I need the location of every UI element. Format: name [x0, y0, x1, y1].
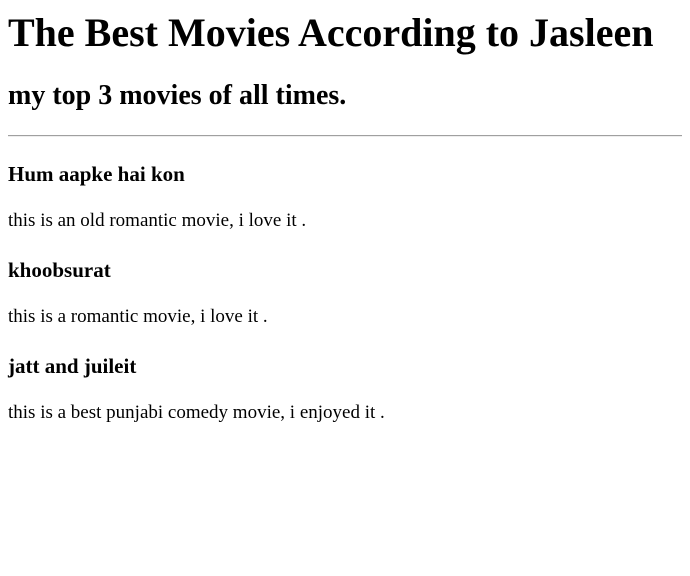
movie-item: khoobsurat this is a romantic movie, i l… — [8, 258, 682, 328]
movie-item: jatt and juileit this is a best punjabi … — [8, 354, 682, 424]
movie-item: Hum aapke hai kon this is an old romanti… — [8, 162, 682, 232]
page-title: The Best Movies According to Jasleen — [8, 10, 654, 55]
page-content: The Best Movies According to Jasleen my … — [0, 10, 690, 424]
movie-description: this is a best punjabi comedy movie, i e… — [8, 402, 385, 423]
movie-description: this is a romantic movie, i love it . — [8, 306, 268, 327]
movie-title: khoobsurat — [8, 258, 111, 282]
page-subtitle: my top 3 movies of all times. — [8, 80, 347, 111]
movie-title: jatt and juileit — [8, 354, 137, 378]
divider — [8, 135, 682, 137]
movie-description: this is an old romantic movie, i love it… — [8, 210, 307, 231]
movie-title: Hum aapke hai kon — [8, 162, 185, 186]
